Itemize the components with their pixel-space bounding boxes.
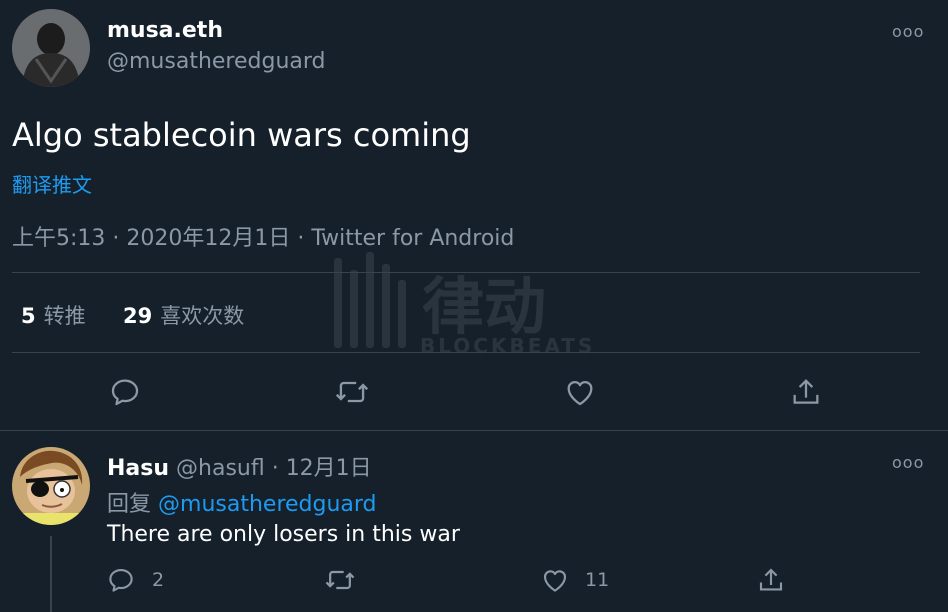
like-stats[interactable]: 29 喜欢次数 xyxy=(123,300,244,330)
share-icon[interactable] xyxy=(789,375,823,409)
divider xyxy=(0,430,948,431)
reply-date[interactable]: · 12月1日 xyxy=(272,456,372,481)
retweet-icon[interactable] xyxy=(334,375,370,409)
thread-line xyxy=(50,536,52,612)
reply-header: Hasu @hasufl · 12月1日 xyxy=(107,450,372,482)
reply-author-avatar[interactable] xyxy=(12,447,90,525)
watermark-english: BLOCKBEATS xyxy=(420,334,596,358)
like-icon[interactable] xyxy=(563,375,597,409)
watermark-chinese: 律动 xyxy=(422,270,547,343)
replying-to-line: 回复 @musatheredguard xyxy=(107,486,377,518)
divider xyxy=(12,352,920,353)
author-avatar[interactable] xyxy=(12,9,90,87)
reply-icon[interactable] xyxy=(108,375,142,409)
retweet-label: 转推 xyxy=(43,304,86,328)
watermark: 律动 BLOCKBEATS xyxy=(330,250,630,360)
reply-like-icon[interactable] xyxy=(540,565,570,595)
author-handle[interactable]: @musatheredguard xyxy=(107,49,326,74)
reply-share-icon[interactable] xyxy=(756,565,786,595)
reply-reply-count: 2 xyxy=(152,569,165,591)
like-count: 29 xyxy=(123,304,153,328)
like-label: 喜欢次数 xyxy=(160,304,245,328)
author-avatar-image xyxy=(12,9,90,87)
replying-prefix: 回复 xyxy=(107,492,152,517)
tweet-timestamp[interactable]: 上午5:13 · 2020年12月1日 · Twitter for Androi… xyxy=(12,220,514,252)
reply-retweet-icon[interactable] xyxy=(324,565,356,595)
reply-reply-icon[interactable] xyxy=(106,565,136,595)
author-display-name[interactable]: musa.eth xyxy=(107,18,223,43)
translate-tweet-link[interactable]: 翻译推文 xyxy=(12,169,92,198)
retweet-count: 5 xyxy=(21,304,36,328)
reply-text: There are only losers in this war xyxy=(107,522,460,547)
divider xyxy=(12,272,920,273)
reply-handle[interactable]: @hasufl xyxy=(176,456,265,481)
retweet-stats[interactable]: 5 转推 xyxy=(21,300,86,330)
replying-to-mention[interactable]: @musatheredguard xyxy=(158,492,377,517)
tweet-text: Algo stablecoin wars coming xyxy=(12,116,471,154)
reply-display-name[interactable]: Hasu xyxy=(107,456,169,481)
reply-like-count: 11 xyxy=(585,569,610,591)
reply-avatar-image xyxy=(12,447,90,525)
reply-more-options-icon[interactable]: ooo xyxy=(892,453,924,472)
more-options-icon[interactable]: ooo xyxy=(892,22,924,41)
